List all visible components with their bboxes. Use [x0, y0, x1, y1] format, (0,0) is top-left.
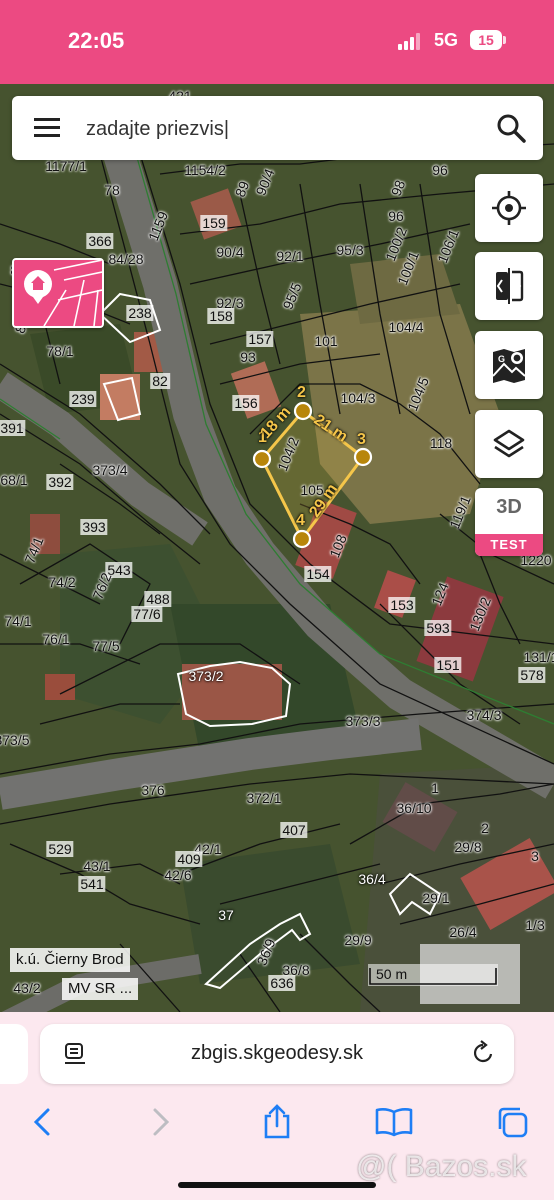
scale-label: 50 m — [376, 966, 408, 982]
crosshair-icon — [492, 191, 526, 225]
chevron-right-icon — [153, 1108, 170, 1136]
status-time: 22:05 — [68, 28, 125, 53]
chevron-left-icon — [33, 1108, 50, 1136]
forward-button[interactable] — [141, 1102, 181, 1142]
vertex-number: 3 — [357, 431, 366, 448]
search-input[interactable] — [84, 108, 468, 150]
network-type: 5G — [434, 30, 459, 50]
measure-vertex[interactable] — [252, 449, 272, 469]
status-bar: 22:05 5G 15 — [0, 0, 554, 84]
vertex-number: 4 — [296, 512, 305, 529]
watermark: @( Bazos.sk — [356, 1150, 527, 1183]
map-canvas[interactable]: 4211177/11154/296788990/4981591159366968… — [0, 84, 554, 1012]
book-icon — [375, 1108, 413, 1137]
svg-text:G: G — [498, 354, 505, 364]
vertex-number: 2 — [297, 384, 306, 401]
battery-tip — [503, 36, 506, 44]
cadastral-area-label: k.ú. Čierny Brod — [10, 948, 130, 972]
share-icon — [264, 1104, 290, 1139]
search-bar — [12, 96, 543, 160]
share-button[interactable] — [257, 1102, 297, 1142]
measurement-vertices — [252, 401, 373, 549]
previous-tab[interactable] — [0, 1024, 28, 1084]
compare-button[interactable] — [475, 252, 543, 320]
back-button[interactable] — [22, 1102, 62, 1142]
map-pin-icon: G — [492, 349, 526, 383]
battery-icon: 15 — [470, 30, 502, 50]
attribution-label[interactable]: MV SR ... — [62, 978, 139, 1000]
tabs-button[interactable] — [492, 1102, 532, 1142]
measure-vertex[interactable] — [293, 401, 313, 421]
locate-button[interactable] — [475, 174, 543, 242]
hamburger-menu-icon[interactable] — [34, 118, 60, 138]
google-maps-button[interactable]: G — [475, 331, 543, 399]
tabs-icon — [498, 1107, 528, 1138]
3d-view-button[interactable]: 3D TEST — [475, 488, 543, 556]
scale-bar: 50 m — [368, 964, 498, 986]
layers-icon — [493, 429, 525, 458]
basemap-switch-button[interactable] — [12, 258, 104, 328]
reload-icon[interactable] — [470, 1040, 496, 1066]
bookmarks-button[interactable] — [374, 1102, 414, 1142]
layers-button[interactable] — [475, 410, 543, 478]
measure-vertex[interactable] — [353, 447, 373, 467]
url-text: zbgis.skgeodesy.sk — [191, 1042, 363, 1064]
3d-label: 3D — [496, 496, 522, 518]
search-icon[interactable] — [495, 112, 527, 144]
split-screen-icon — [496, 268, 524, 304]
test-badge: TEST — [475, 534, 543, 556]
measure-vertex[interactable] — [292, 529, 312, 549]
address-bar[interactable]: zbgis.skgeodesy.sk — [40, 1024, 514, 1084]
signal-icon — [398, 32, 426, 50]
home-indicator — [178, 1182, 376, 1188]
basemap-thumb-icon — [14, 260, 102, 326]
